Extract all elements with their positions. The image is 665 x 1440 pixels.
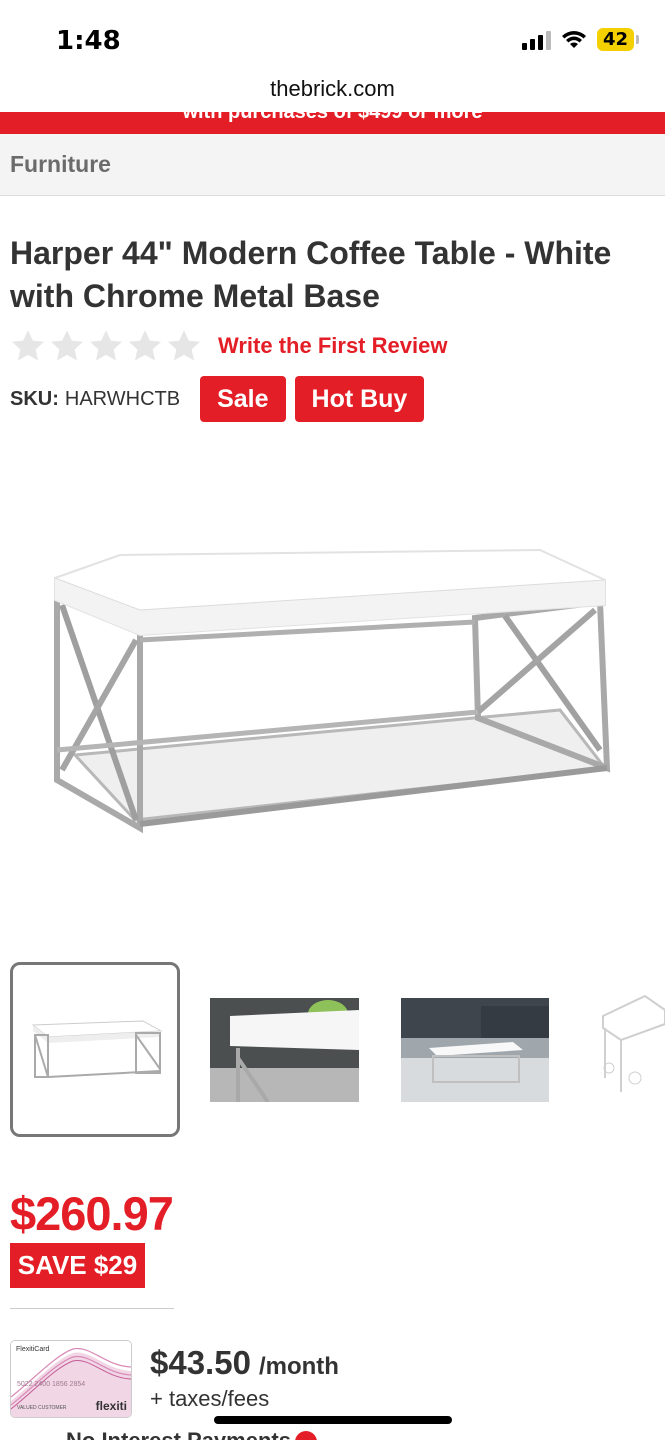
promo-text: with purchases of $499 or more xyxy=(182,112,483,123)
status-icons: 42 xyxy=(521,28,639,51)
thumbnail-1[interactable] xyxy=(10,962,180,1137)
image-thumbnails xyxy=(0,962,665,1140)
sku-row: SKU: HARWHCTB Sale Hot Buy xyxy=(10,376,433,422)
product-main-image[interactable] xyxy=(0,450,665,950)
status-bar: 1:48 42 xyxy=(0,0,665,72)
hot-buy-badge: Hot Buy xyxy=(294,376,425,422)
flexiti-logo: flexiti xyxy=(95,1399,127,1413)
monthly-payment: $43.50 /month xyxy=(150,1344,339,1382)
wifi-icon xyxy=(561,30,586,48)
thumbnail-4[interactable] xyxy=(595,988,665,1112)
status-time: 1:48 xyxy=(56,26,121,56)
sku-value: HARWHCTB xyxy=(64,387,181,410)
battery-icon: 42 xyxy=(596,28,639,51)
star-icon xyxy=(89,330,123,361)
thumbnail-2[interactable] xyxy=(210,998,359,1102)
star-rating xyxy=(10,328,202,364)
home-indicator[interactable] xyxy=(214,1416,452,1424)
star-icon xyxy=(128,330,162,361)
taxes-fees-note: + taxes/fees xyxy=(150,1386,270,1411)
info-icon[interactable] xyxy=(294,1431,317,1440)
breadcrumb[interactable]: Furniture xyxy=(0,134,665,196)
battery-level: 42 xyxy=(596,28,634,51)
monthly-amount: $43.50 xyxy=(150,1344,251,1381)
flexiti-card-number: 5022 2400 1856 2854 xyxy=(17,1381,86,1388)
thumbnail-image xyxy=(210,998,359,1102)
thumbnail-3[interactable] xyxy=(401,998,549,1102)
star-icon xyxy=(167,330,201,361)
cellular-signal-icon xyxy=(521,30,551,50)
product-price: $260.97 xyxy=(10,1187,174,1240)
rating-row: Write the First Review xyxy=(10,328,447,364)
flexiti-card-title: FlexitiCard xyxy=(16,1346,50,1353)
flexiti-card-holder: VALUED CUSTOMER xyxy=(17,1405,67,1411)
thumbnail-image xyxy=(401,998,549,1102)
thumbnail-image xyxy=(602,994,665,1092)
star-icon xyxy=(11,330,45,361)
financing-offer[interactable]: FlexitiCard 5022 2400 1856 2854 VALUED C… xyxy=(10,1340,650,1420)
thumbnail-image xyxy=(31,1020,163,1078)
no-interest-text: No Interest Payments xyxy=(66,1428,291,1440)
sku-label: SKU: xyxy=(10,387,59,410)
flexiti-card-image: FlexitiCard 5022 2400 1856 2854 VALUED C… xyxy=(10,1340,132,1418)
star-icon xyxy=(50,330,84,361)
sale-badge: Sale xyxy=(200,376,286,422)
breadcrumb-furniture[interactable]: Furniture xyxy=(10,151,111,178)
product-title: Harper 44" Modern Coffee Table - White w… xyxy=(10,235,612,314)
promo-banner[interactable]: with purchases of $499 or more xyxy=(0,112,665,134)
coffee-table-image xyxy=(54,548,611,834)
url-bar[interactable]: thebrick.com xyxy=(0,76,665,102)
monthly-unit: /month xyxy=(258,1353,339,1380)
no-interest-heading[interactable]: No Interest Payments xyxy=(66,1428,317,1440)
save-badge: SAVE $29 xyxy=(10,1243,145,1288)
divider xyxy=(10,1308,174,1309)
write-review-link[interactable]: Write the First Review xyxy=(218,333,447,359)
